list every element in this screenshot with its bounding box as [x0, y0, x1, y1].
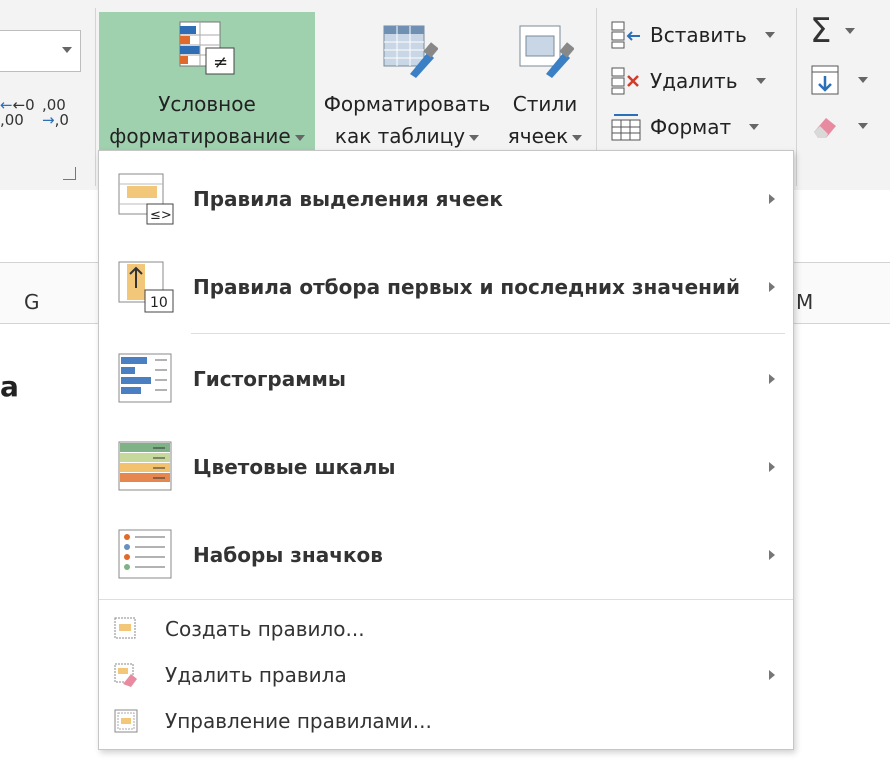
fill-button[interactable] — [810, 64, 868, 96]
column-header-g[interactable]: G — [24, 290, 40, 314]
dialog-launcher-icon[interactable] — [63, 167, 76, 180]
format-as-table-line1: Форматировать — [323, 92, 491, 116]
format-cells-icon — [611, 114, 641, 141]
cell-styles-button[interactable]: Стили ячеек — [498, 12, 592, 152]
menu-item-label: Правила отбора первых и последних значен… — [193, 275, 740, 299]
submenu-arrow-icon — [769, 670, 775, 680]
menu-item-icon-sets[interactable]: Наборы значков — [99, 515, 793, 595]
manage-rules-icon — [114, 709, 138, 733]
top-bottom-rules-icon: 10 — [118, 261, 174, 313]
submenu-arrow-icon — [769, 462, 775, 472]
fill-down-icon — [811, 65, 839, 95]
format-as-table-line2: как таблицу — [334, 124, 466, 148]
insert-cells-icon — [611, 21, 640, 49]
format-as-table-button[interactable]: Форматировать как таблицу — [318, 12, 496, 152]
menu-action-manage-rules[interactable]: Управление правилами... — [99, 699, 793, 743]
format-cells-label: Формат — [650, 115, 732, 139]
menu-separator — [191, 333, 785, 334]
insert-cells-button[interactable]: Вставить — [610, 20, 775, 50]
highlight-badge-text: ≤> — [150, 208, 172, 223]
delete-cells-icon — [611, 67, 639, 95]
color-scales-icon — [118, 441, 172, 491]
clear-rules-icon — [114, 663, 137, 687]
submenu-arrow-icon — [769, 550, 775, 560]
eraser-icon — [814, 118, 836, 138]
chevron-down-icon — [294, 134, 305, 141]
menu-item-label: Правила выделения ячеек — [193, 187, 503, 211]
cell-styles-line2: ячеек — [507, 124, 569, 148]
format-as-table-line2-wrap: как таблицу — [318, 120, 496, 152]
conditional-formatting-line1: Условное — [158, 92, 256, 116]
clear-button[interactable] — [810, 112, 868, 140]
chevron-down-icon — [572, 134, 583, 141]
menu-item-data-bars[interactable]: Гистограммы — [99, 339, 793, 419]
conditional-formatting-icon: ≠ — [179, 21, 235, 75]
chevron-down-icon — [858, 77, 868, 83]
autosum-button[interactable]: Σ — [810, 11, 856, 51]
menu-item-color-scales[interactable]: Цветовые шкалы — [99, 427, 793, 507]
new-rule-icon — [114, 617, 136, 639]
menu-item-label: Цветовые шкалы — [193, 455, 396, 479]
number-format-combo[interactable] — [0, 30, 81, 72]
chevron-down-icon — [469, 134, 480, 141]
submenu-arrow-icon — [769, 282, 775, 292]
chevron-down-icon — [764, 32, 775, 38]
insert-cells-label: Вставить — [650, 23, 747, 47]
menu-action-label: Создать правило... — [165, 617, 365, 641]
cell-styles-icon — [519, 25, 574, 78]
format-as-table-icon — [383, 25, 438, 78]
conditional-formatting-line2-wrap: форматирование — [99, 120, 315, 152]
menu-item-highlight-cells-rules[interactable]: ≤> Правила выделения ячеек — [99, 159, 793, 239]
menu-action-clear-rules[interactable]: Удалить правила — [99, 653, 793, 697]
delete-cells-button[interactable]: Удалить — [610, 66, 766, 96]
menu-item-label: Гистограммы — [193, 367, 346, 391]
menu-separator — [99, 599, 793, 600]
icon-sets-icon — [118, 529, 172, 579]
delete-cells-label: Удалить — [650, 69, 738, 93]
chevron-down-icon — [755, 78, 766, 84]
highlight-cells-rules-icon: ≤> — [118, 173, 174, 225]
cell-partial-text: a — [0, 370, 19, 403]
top-bottom-badge-text: 10 — [150, 295, 168, 311]
sigma-icon: Σ — [810, 11, 832, 51]
chevron-down-icon — [62, 47, 72, 53]
conditional-formatting-button[interactable]: ≠ Условное форматирование — [99, 12, 315, 152]
submenu-arrow-icon — [769, 194, 775, 204]
group-separator — [95, 8, 96, 186]
cell-styles-line2-wrap: ячеек — [498, 120, 592, 152]
menu-item-top-bottom-rules[interactable]: 10 Правила отбора первых и последних зна… — [99, 247, 793, 327]
format-cells-button[interactable]: Формат — [610, 112, 760, 142]
data-bars-icon — [118, 353, 172, 403]
conditional-formatting-menu: ≤> Правила выделения ячеек 10 Правила от… — [98, 150, 794, 750]
chevron-down-icon — [858, 123, 868, 129]
group-separator — [796, 8, 797, 186]
chevron-down-icon — [845, 28, 856, 34]
chevron-down-icon — [749, 124, 760, 130]
conditional-formatting-line2: форматирование — [109, 124, 291, 148]
column-header-m[interactable]: M — [796, 290, 813, 314]
svg-text:≠: ≠ — [213, 52, 228, 73]
menu-action-label: Удалить правила — [165, 663, 347, 687]
menu-action-label: Управление правилами... — [165, 709, 432, 733]
decimal-increase-bottom: ,00 — [0, 111, 24, 129]
cell-styles-line1: Стили — [512, 92, 578, 116]
increase-decimal-button[interactable]: ←←0 ,00 — [0, 98, 35, 128]
submenu-arrow-icon — [769, 374, 775, 384]
decrease-decimal-button[interactable]: ,00 →,0 — [42, 98, 69, 128]
menu-action-new-rule[interactable]: Создать правило... — [99, 607, 793, 651]
menu-item-label: Наборы значков — [193, 543, 383, 567]
